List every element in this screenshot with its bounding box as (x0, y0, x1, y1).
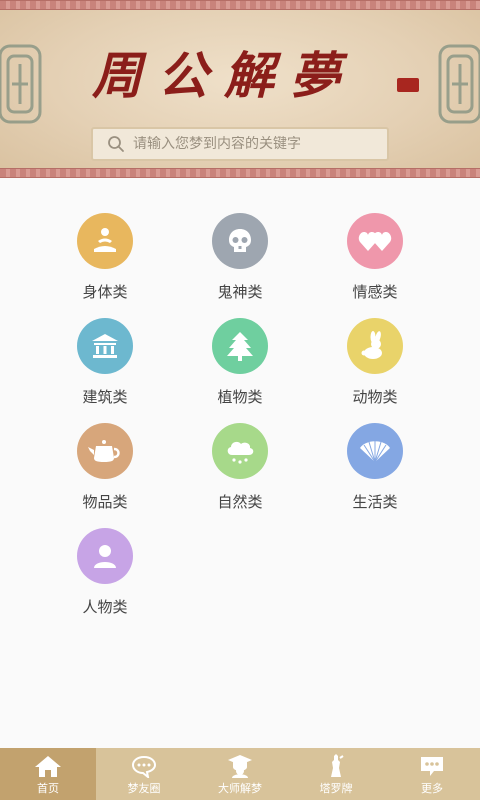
category-person[interactable]: 人物类 (45, 528, 165, 628)
category-label: 自然类 (217, 493, 263, 511)
category-label: 建筑类 (82, 388, 128, 406)
category-label: 鬼神类 (217, 283, 263, 301)
tab-tarot[interactable]: 塔罗牌 (288, 748, 384, 800)
banner-border-top (0, 0, 480, 10)
category-label: 植物类 (217, 388, 263, 406)
category-ghost[interactable]: 鬼神类 (180, 213, 300, 313)
tab-more[interactable]: 更多 (384, 748, 480, 800)
seal-stamp (397, 78, 419, 92)
tab-master[interactable]: 大师解梦 (192, 748, 288, 800)
building-icon (77, 318, 133, 374)
category-nature[interactable]: 自然类 (180, 423, 300, 523)
banner-border-bottom (0, 168, 480, 178)
ornament-right-icon (438, 44, 480, 124)
category-plant[interactable]: 植物类 (180, 318, 300, 418)
category-building[interactable]: 建筑类 (45, 318, 165, 418)
tab-label: 首页 (37, 782, 59, 795)
search-bar[interactable] (91, 127, 389, 161)
meditation-icon (77, 213, 133, 269)
search-icon[interactable] (107, 135, 125, 153)
home-icon (35, 756, 61, 777)
tarot-icon (331, 754, 344, 777)
tab-dream-circle[interactable]: 梦友圈 (96, 748, 192, 800)
tab-label: 更多 (421, 782, 443, 795)
tree-icon (212, 318, 268, 374)
tab-label: 大师解梦 (218, 782, 262, 795)
rabbit-icon (347, 318, 403, 374)
category-label: 身体类 (82, 283, 128, 301)
search-input[interactable] (133, 136, 373, 152)
person-icon (77, 528, 133, 584)
cloud-rain-icon (212, 423, 268, 479)
teapot-icon (77, 423, 133, 479)
tab-home[interactable]: 首页 (0, 748, 96, 800)
category-body[interactable]: 身体类 (45, 213, 165, 313)
tab-label: 塔罗牌 (319, 782, 353, 795)
ornament-left-icon (0, 44, 42, 124)
more-icon (421, 757, 443, 776)
bottom-tab-bar: 首页 梦友圈 大师解梦 塔罗牌 更多 (0, 748, 480, 800)
category-item[interactable]: 物品类 (45, 423, 165, 523)
skull-icon (212, 213, 268, 269)
hearts-icon (347, 213, 403, 269)
category-label: 物品类 (82, 493, 128, 511)
category-life[interactable]: 生活类 (315, 423, 435, 523)
category-animal[interactable]: 动物类 (315, 318, 435, 418)
category-label: 生活类 (352, 493, 398, 511)
category-label: 动物类 (352, 388, 398, 406)
tab-label: 梦友圈 (127, 782, 161, 795)
app-title: 周公解夢 (92, 46, 356, 105)
category-emotion[interactable]: 情感类 (315, 213, 435, 313)
category-label: 情感类 (352, 283, 398, 301)
fan-icon (347, 423, 403, 479)
chat-bubble-icon (131, 755, 157, 778)
header-banner: 周公解夢 (0, 0, 480, 178)
category-label: 人物类 (82, 598, 128, 616)
master-icon (228, 755, 252, 778)
